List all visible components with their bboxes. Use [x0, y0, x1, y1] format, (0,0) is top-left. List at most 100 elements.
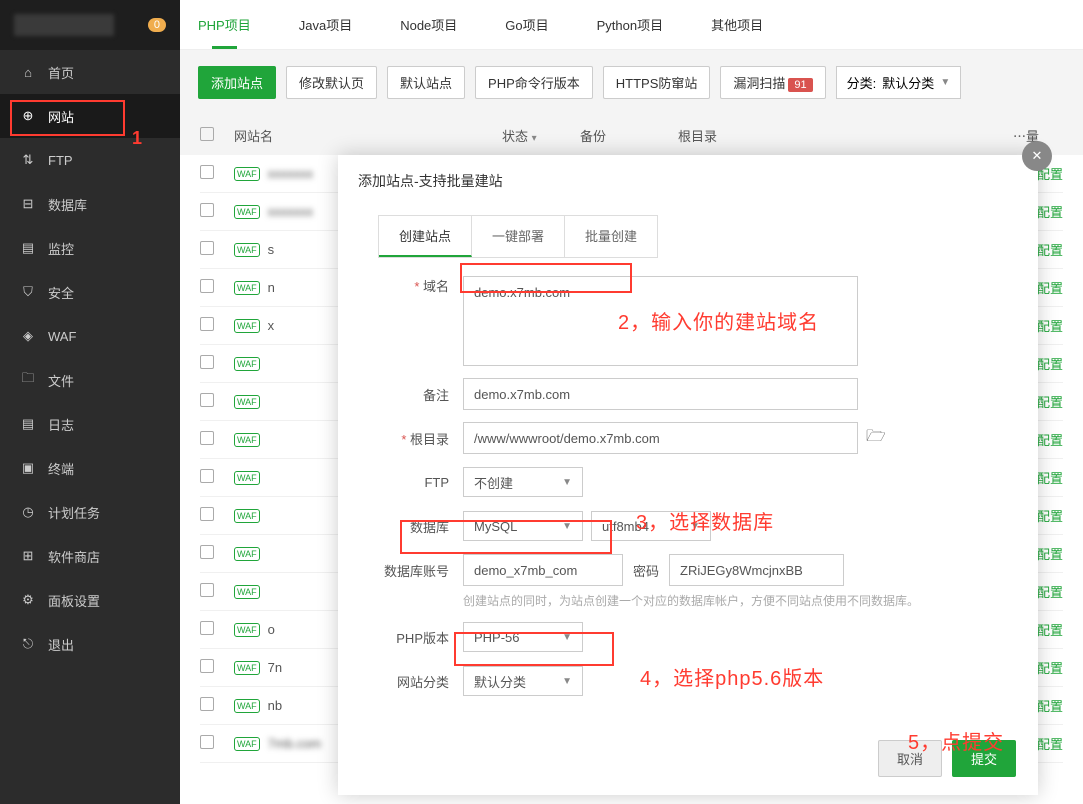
- sidebar-item-file[interactable]: 🗀文件: [0, 358, 180, 402]
- log-icon: ▤: [20, 416, 36, 432]
- col-name[interactable]: 网站名: [234, 126, 484, 145]
- default-page-button[interactable]: 修改默认页: [286, 66, 377, 99]
- checkbox[interactable]: [200, 735, 214, 749]
- sidebar-item-home[interactable]: ⌂首页: [0, 50, 180, 94]
- ftp-select[interactable]: 不创建▼: [463, 467, 583, 497]
- site-name: s: [268, 242, 275, 257]
- checkbox[interactable]: [200, 431, 214, 445]
- modal-tabs: 创建站点 一键部署 批量创建: [378, 215, 658, 258]
- sidebar-item-store[interactable]: ⊞软件商店: [0, 534, 180, 578]
- col-status[interactable]: 状态 ▾: [502, 126, 562, 145]
- php-select[interactable]: PHP-56▼: [463, 622, 583, 652]
- close-button[interactable]: ✕: [1022, 141, 1052, 171]
- submit-button[interactable]: 提交: [952, 740, 1016, 777]
- sidebar-label: 软件商店: [48, 547, 100, 566]
- waf-badge-icon: WAF: [234, 205, 260, 219]
- sidebar-item-terminal[interactable]: ▣终端: [0, 446, 180, 490]
- tab-go[interactable]: Go项目: [501, 1, 552, 48]
- sidebar-label: 安全: [48, 283, 74, 302]
- waf-icon: ◈: [20, 328, 36, 344]
- project-tabs: PHP项目 Java项目 Node项目 Go项目 Python项目 其他项目: [180, 0, 1083, 50]
- sidebar-label: 文件: [48, 371, 74, 390]
- checkbox[interactable]: [200, 355, 214, 369]
- sidebar-item-waf[interactable]: ◈WAF: [0, 314, 180, 358]
- modal-tab-create[interactable]: 创建站点: [379, 216, 472, 257]
- clock-icon: ◷: [20, 504, 36, 520]
- checkbox[interactable]: [200, 507, 214, 521]
- modal-tab-deploy[interactable]: 一键部署: [472, 216, 565, 257]
- db-value: MySQL: [474, 519, 517, 534]
- site-name: xxxxxxx: [268, 204, 314, 219]
- waf-badge-icon: WAF: [234, 319, 260, 333]
- default-site-button[interactable]: 默认站点: [387, 66, 465, 99]
- checkbox[interactable]: [200, 469, 214, 483]
- dbpass-input[interactable]: [669, 554, 844, 586]
- checkbox[interactable]: [200, 545, 214, 559]
- sidebar-item-website[interactable]: ⊕网站: [0, 94, 180, 138]
- sidebar-logo: 0: [0, 0, 180, 50]
- waf-badge-icon: WAF: [234, 737, 260, 751]
- sidebar-item-logout[interactable]: ⎋退出: [0, 622, 180, 666]
- charset-select[interactable]: utf8mb4▼: [591, 511, 711, 541]
- sidebar-item-db[interactable]: ⊟数据库: [0, 182, 180, 226]
- home-icon: ⌂: [20, 64, 36, 80]
- checkbox[interactable]: [200, 165, 214, 179]
- logout-icon: ⎋: [20, 636, 36, 652]
- cat-label: 分类:: [847, 73, 877, 92]
- tab-node[interactable]: Node项目: [396, 1, 461, 48]
- sidebar-item-cron[interactable]: ◷计划任务: [0, 490, 180, 534]
- sidebar-label: 终端: [48, 459, 74, 478]
- checkbox[interactable]: [200, 659, 214, 673]
- dbuser-input[interactable]: [463, 554, 623, 586]
- waf-badge-icon: WAF: [234, 433, 260, 447]
- cancel-button[interactable]: 取消: [878, 740, 942, 777]
- scan-count-badge: 91: [788, 78, 812, 92]
- shield-icon: ⛉: [20, 284, 36, 300]
- checkbox[interactable]: [200, 279, 214, 293]
- checkbox[interactable]: [200, 241, 214, 255]
- checkbox[interactable]: [200, 317, 214, 331]
- sidebar-item-log[interactable]: ▤日志: [0, 402, 180, 446]
- site-name: x: [268, 318, 275, 333]
- domain-input[interactable]: demo.x7mb.com: [463, 276, 858, 366]
- checkbox[interactable]: [200, 127, 214, 141]
- modal-tab-batch[interactable]: 批量创建: [565, 216, 657, 257]
- table-header: 网站名 状态 ▾ 备份 根目录 ⋯量: [180, 115, 1083, 155]
- tab-java[interactable]: Java项目: [295, 1, 356, 48]
- sidebar-label: 面板设置: [48, 591, 100, 610]
- notify-badge[interactable]: 0: [148, 18, 166, 32]
- sort-icon: ▾: [532, 133, 537, 144]
- waf-badge-icon: WAF: [234, 281, 260, 295]
- folder-open-icon[interactable]: 🗁: [866, 425, 886, 452]
- scan-button[interactable]: 漏洞扫描91: [720, 66, 825, 99]
- waf-badge-icon: WAF: [234, 395, 260, 409]
- dbuser-label: 数据库账号: [378, 561, 463, 580]
- sidebar-item-monitor[interactable]: ▤监控: [0, 226, 180, 270]
- cli-button[interactable]: PHP命令行版本: [475, 66, 593, 99]
- tab-python[interactable]: Python项目: [593, 1, 667, 48]
- db-select[interactable]: MySQL▼: [463, 511, 583, 541]
- cat-value: 默认分类: [882, 73, 934, 92]
- sidebar-item-security[interactable]: ⛉ 安全: [0, 270, 180, 314]
- sidebar-item-ftp[interactable]: ⇅FTP: [0, 138, 180, 182]
- scan-label: 漏洞扫描: [733, 76, 785, 91]
- site-name: xxxxxxx: [268, 166, 314, 181]
- tab-php[interactable]: PHP项目: [194, 1, 255, 48]
- category-select[interactable]: 分类:默认分类▼: [836, 66, 962, 99]
- tab-other[interactable]: 其他项目: [707, 1, 767, 48]
- checkbox[interactable]: [200, 697, 214, 711]
- ftp-icon: ⇅: [20, 152, 36, 168]
- checkbox[interactable]: [200, 583, 214, 597]
- https-button[interactable]: HTTPS防窜站: [603, 66, 711, 99]
- remark-input[interactable]: [463, 378, 858, 410]
- sidebar-item-settings[interactable]: ⚙面板设置: [0, 578, 180, 622]
- waf-badge-icon: WAF: [234, 167, 260, 181]
- checkbox[interactable]: [200, 621, 214, 635]
- waf-badge-icon: WAF: [234, 471, 260, 485]
- add-site-button[interactable]: 添加站点: [198, 66, 276, 99]
- cat-select[interactable]: 默认分类▼: [463, 666, 583, 696]
- checkbox[interactable]: [200, 203, 214, 217]
- chevron-down-icon: ▼: [690, 521, 700, 532]
- checkbox[interactable]: [200, 393, 214, 407]
- root-input[interactable]: [463, 422, 858, 454]
